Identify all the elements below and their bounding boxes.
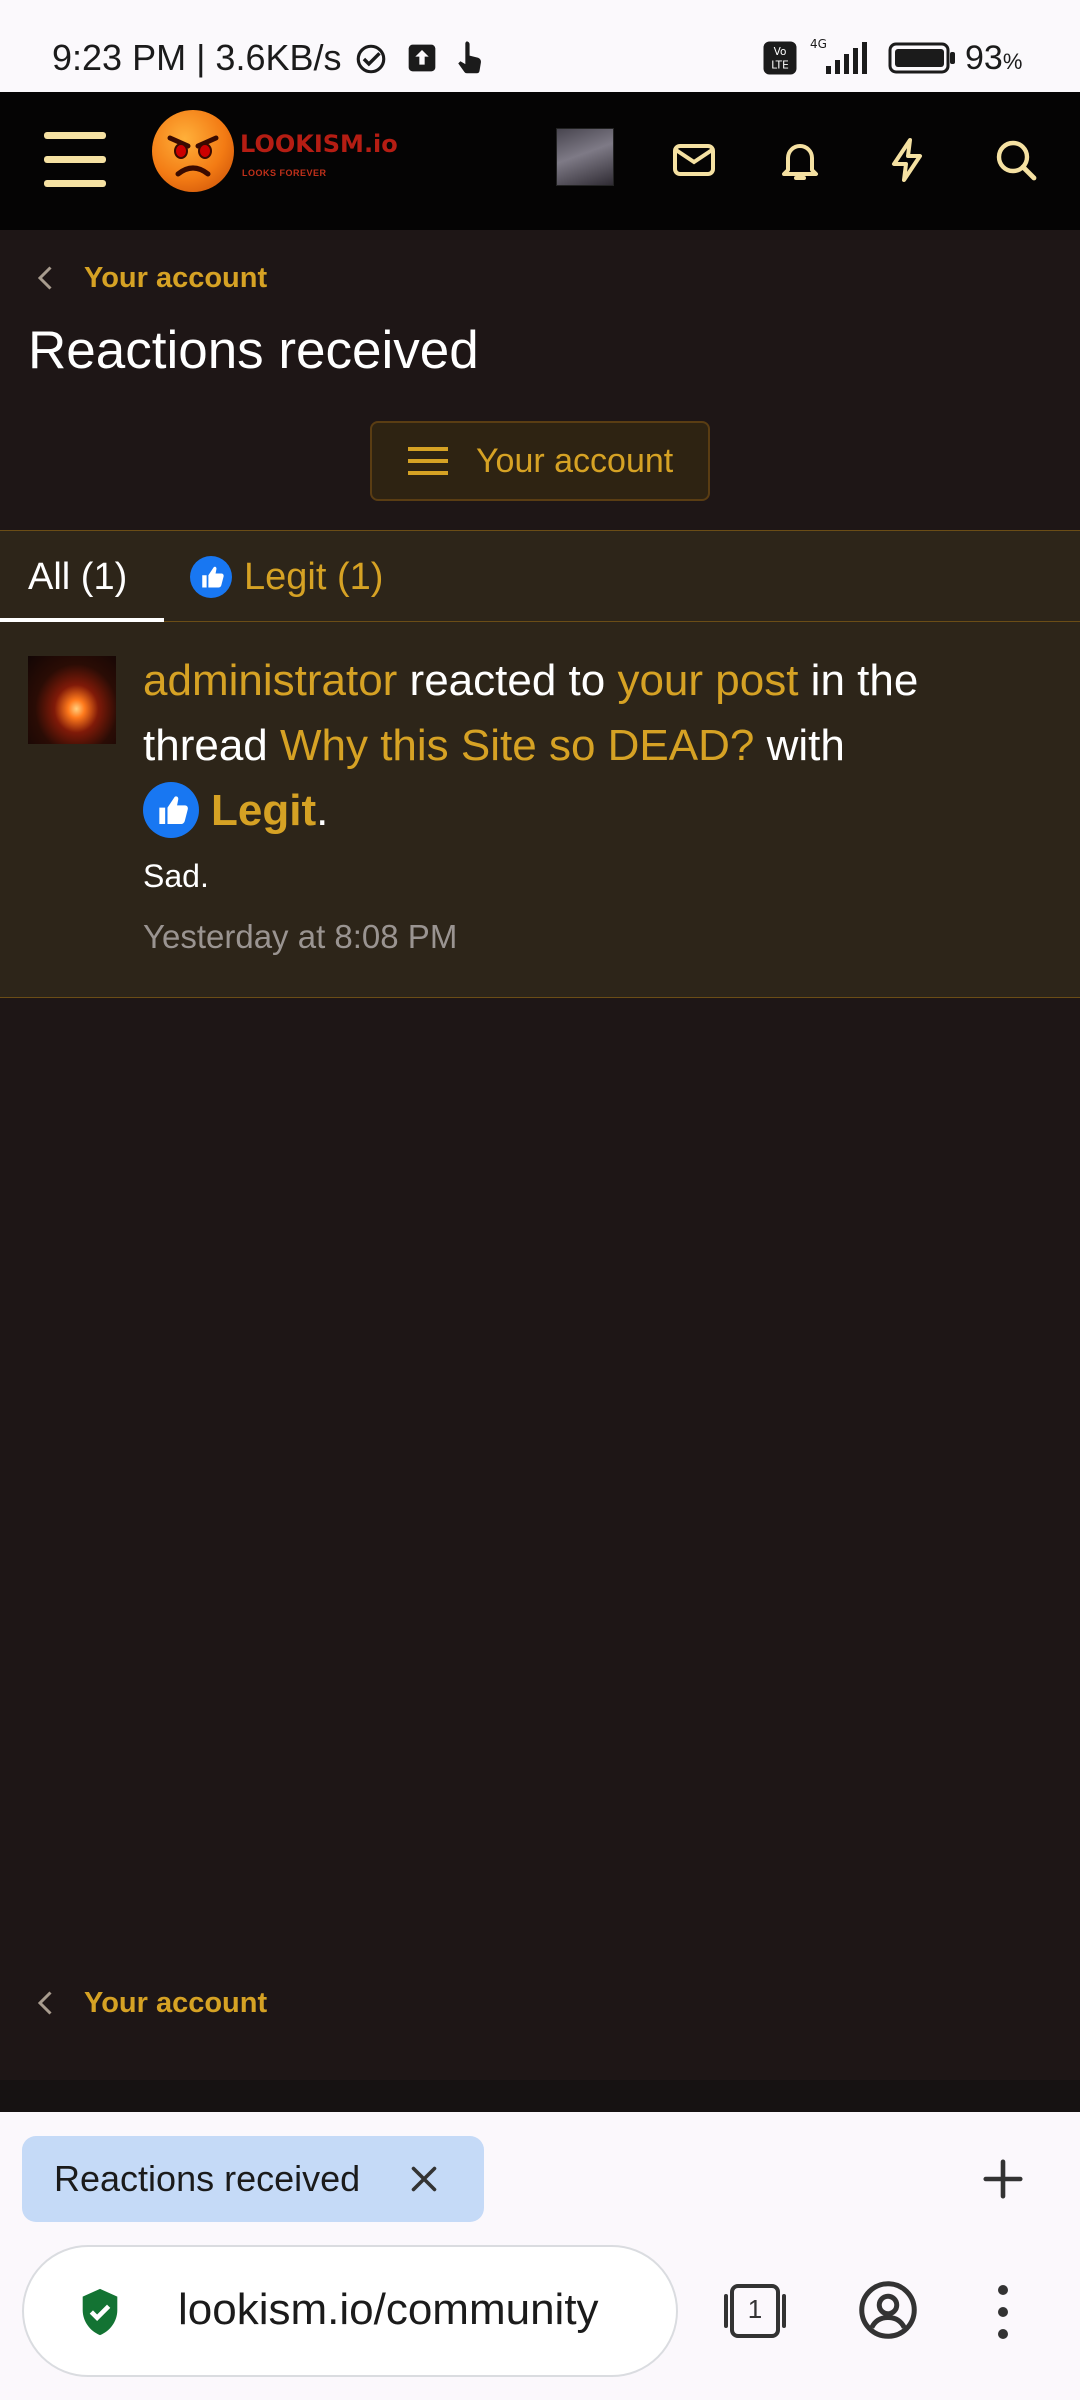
alert-text-part: with [754, 721, 845, 770]
more-options-icon[interactable] [996, 2282, 1010, 2342]
site-logo-face[interactable] [152, 110, 234, 192]
alert-thread-link[interactable]: Why this Site so DEAD? [280, 721, 754, 770]
search-icon[interactable] [992, 136, 1040, 184]
your-account-menu-label: Your account [476, 441, 674, 480]
tab-legit[interactable]: Legit (1) [190, 531, 383, 623]
reaction-alert-item[interactable]: administrator reacted to your post in th… [0, 622, 1080, 998]
site-logo-tagline: LOOKS FOREVER [242, 168, 327, 178]
page-title: Reactions received [28, 321, 479, 380]
svg-text:4G: 4G [810, 37, 827, 51]
signal-icon: 4G [810, 37, 867, 74]
breadcrumb-bottom-your-account-link[interactable]: Your account [84, 1987, 267, 2020]
alert-post-link[interactable]: your post [617, 656, 798, 705]
alert-snippet: Sad. [143, 858, 209, 894]
alert-text: administrator reacted to your post in th… [143, 648, 1043, 843]
site-logo-text[interactable]: LOOKISM.io [240, 130, 398, 158]
site-header: LOOKISM.io LOOKS FOREVER [0, 92, 1080, 230]
chevron-left-icon [37, 1991, 52, 2015]
battery-percent: 93% [965, 39, 1023, 77]
alert-text-part: . [316, 786, 329, 835]
reaction-tabs: All (1) Legit (1) [0, 530, 1080, 624]
alert-user-link[interactable]: administrator [143, 656, 397, 705]
browser-tab[interactable]: Reactions received [22, 2136, 484, 2222]
tab-all[interactable]: All (1) [0, 531, 164, 624]
address-bar[interactable]: lookism.io/community [22, 2245, 678, 2377]
tab-legit-label: Legit (1) [244, 555, 384, 598]
alert-reaction-name: Legit [211, 786, 317, 835]
upload-icon [408, 44, 436, 72]
lightning-icon[interactable] [884, 136, 932, 184]
close-icon[interactable] [406, 2161, 442, 2197]
main-menu-button[interactable] [44, 132, 106, 190]
alert-timestamp: Yesterday at 8:08 PM [143, 918, 458, 955]
footer-strip [0, 2080, 1080, 2112]
status-bar: 9:23 PM | 3.6KB/s Vo LTE 4G 93% [0, 0, 1080, 92]
tab-all-label: All (1) [28, 555, 128, 598]
user-avatar[interactable] [556, 128, 614, 186]
tab-switcher-button[interactable]: 1 [722, 2282, 788, 2340]
administrator-avatar[interactable] [28, 656, 116, 744]
volte-icon: Vo LTE [763, 41, 797, 75]
status-time: 9:23 PM | 3.6KB/s [52, 37, 342, 78]
sync-check-icon [356, 44, 386, 74]
menu-lines-icon [408, 447, 448, 475]
thumbs-up-icon [190, 556, 232, 598]
breadcrumb-your-account-link[interactable]: Your account [84, 262, 267, 295]
url-text: lookism.io/community [178, 2285, 599, 2334]
inbox-icon[interactable] [670, 136, 718, 184]
your-account-menu-button[interactable]: Your account [370, 421, 710, 501]
account-icon[interactable] [858, 2280, 918, 2340]
battery-icon [888, 42, 955, 74]
angry-face-icon [167, 135, 219, 177]
bell-icon[interactable] [776, 136, 824, 184]
browser-tab-title: Reactions received [54, 2158, 361, 2199]
touch-icon [458, 41, 481, 74]
browser-toolbar: Reactions received lookism.io/community … [0, 2112, 1080, 2400]
thumbs-up-icon [143, 782, 199, 839]
svg-text:LTE: LTE [771, 60, 788, 72]
chevron-left-icon [37, 266, 52, 290]
breadcrumb-bottom: Your account [28, 1980, 267, 2026]
alert-text-part: reacted to [397, 656, 618, 705]
shield-check-icon[interactable] [78, 2287, 122, 2337]
plus-icon[interactable] [980, 2156, 1026, 2202]
breadcrumb: Your account [28, 255, 267, 301]
svg-text:Vo: Vo [774, 46, 787, 58]
tab-count: 1 [747, 2294, 763, 2324]
